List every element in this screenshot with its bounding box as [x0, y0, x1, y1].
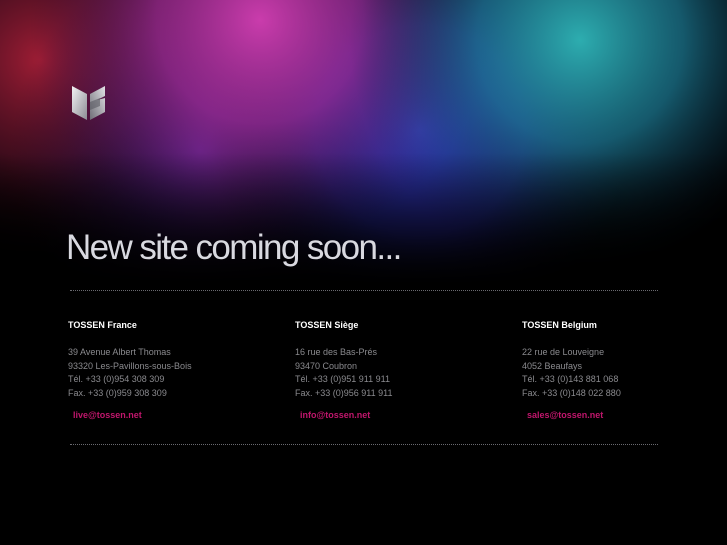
- office-name: TOSSEN Belgium: [522, 320, 597, 330]
- page-headline: New site coming soon...: [66, 228, 402, 267]
- background-gradient: [0, 0, 727, 545]
- office-address-line1: 22 rue de Louveigne: [522, 347, 605, 357]
- email-link-live[interactable]: live@tossen.net: [73, 410, 142, 420]
- email-link-sales[interactable]: sales@tossen.net: [527, 410, 603, 420]
- divider-bottom: [70, 444, 658, 445]
- office-name: TOSSEN Siège: [295, 320, 359, 330]
- page: New site coming soon... TOSSEN France 39…: [0, 0, 727, 545]
- office-siege: TOSSEN Siège 16 rue des Bas-Prés 93470 C…: [295, 319, 495, 420]
- office-address-line2: 93320 Les-Pavillons-sous-Bois: [68, 360, 192, 371]
- tossen-logo-icon: [72, 86, 105, 120]
- divider-top: [70, 290, 658, 291]
- office-address-line1: 16 rue des Bas-Prés: [295, 347, 378, 357]
- office-tel: Tél. +33 (0)954 308 309: [68, 374, 165, 384]
- email-link-info[interactable]: info@tossen.net: [300, 410, 370, 420]
- office-fax: Fax. +33 (0)148 022 880: [522, 387, 621, 398]
- office-name: TOSSEN France: [68, 320, 137, 330]
- office-france: TOSSEN France 39 Avenue Albert Thomas 93…: [68, 319, 268, 420]
- office-fax: Fax. +33 (0)956 911 911: [295, 387, 393, 398]
- office-tel: Tél. +33 (0)951 911 911: [295, 374, 390, 384]
- office-address-line1: 39 Avenue Albert Thomas: [68, 347, 171, 357]
- office-address-line2: 4052 Beaufays: [522, 360, 583, 371]
- office-tel: Tél. +33 (0)143 881 068: [522, 374, 619, 384]
- office-fax: Fax. +33 (0)959 308 309: [68, 387, 167, 398]
- office-address-line2: 93470 Coubron: [295, 360, 358, 371]
- office-belgium: TOSSEN Belgium 22 rue de Louveigne 4052 …: [522, 319, 722, 420]
